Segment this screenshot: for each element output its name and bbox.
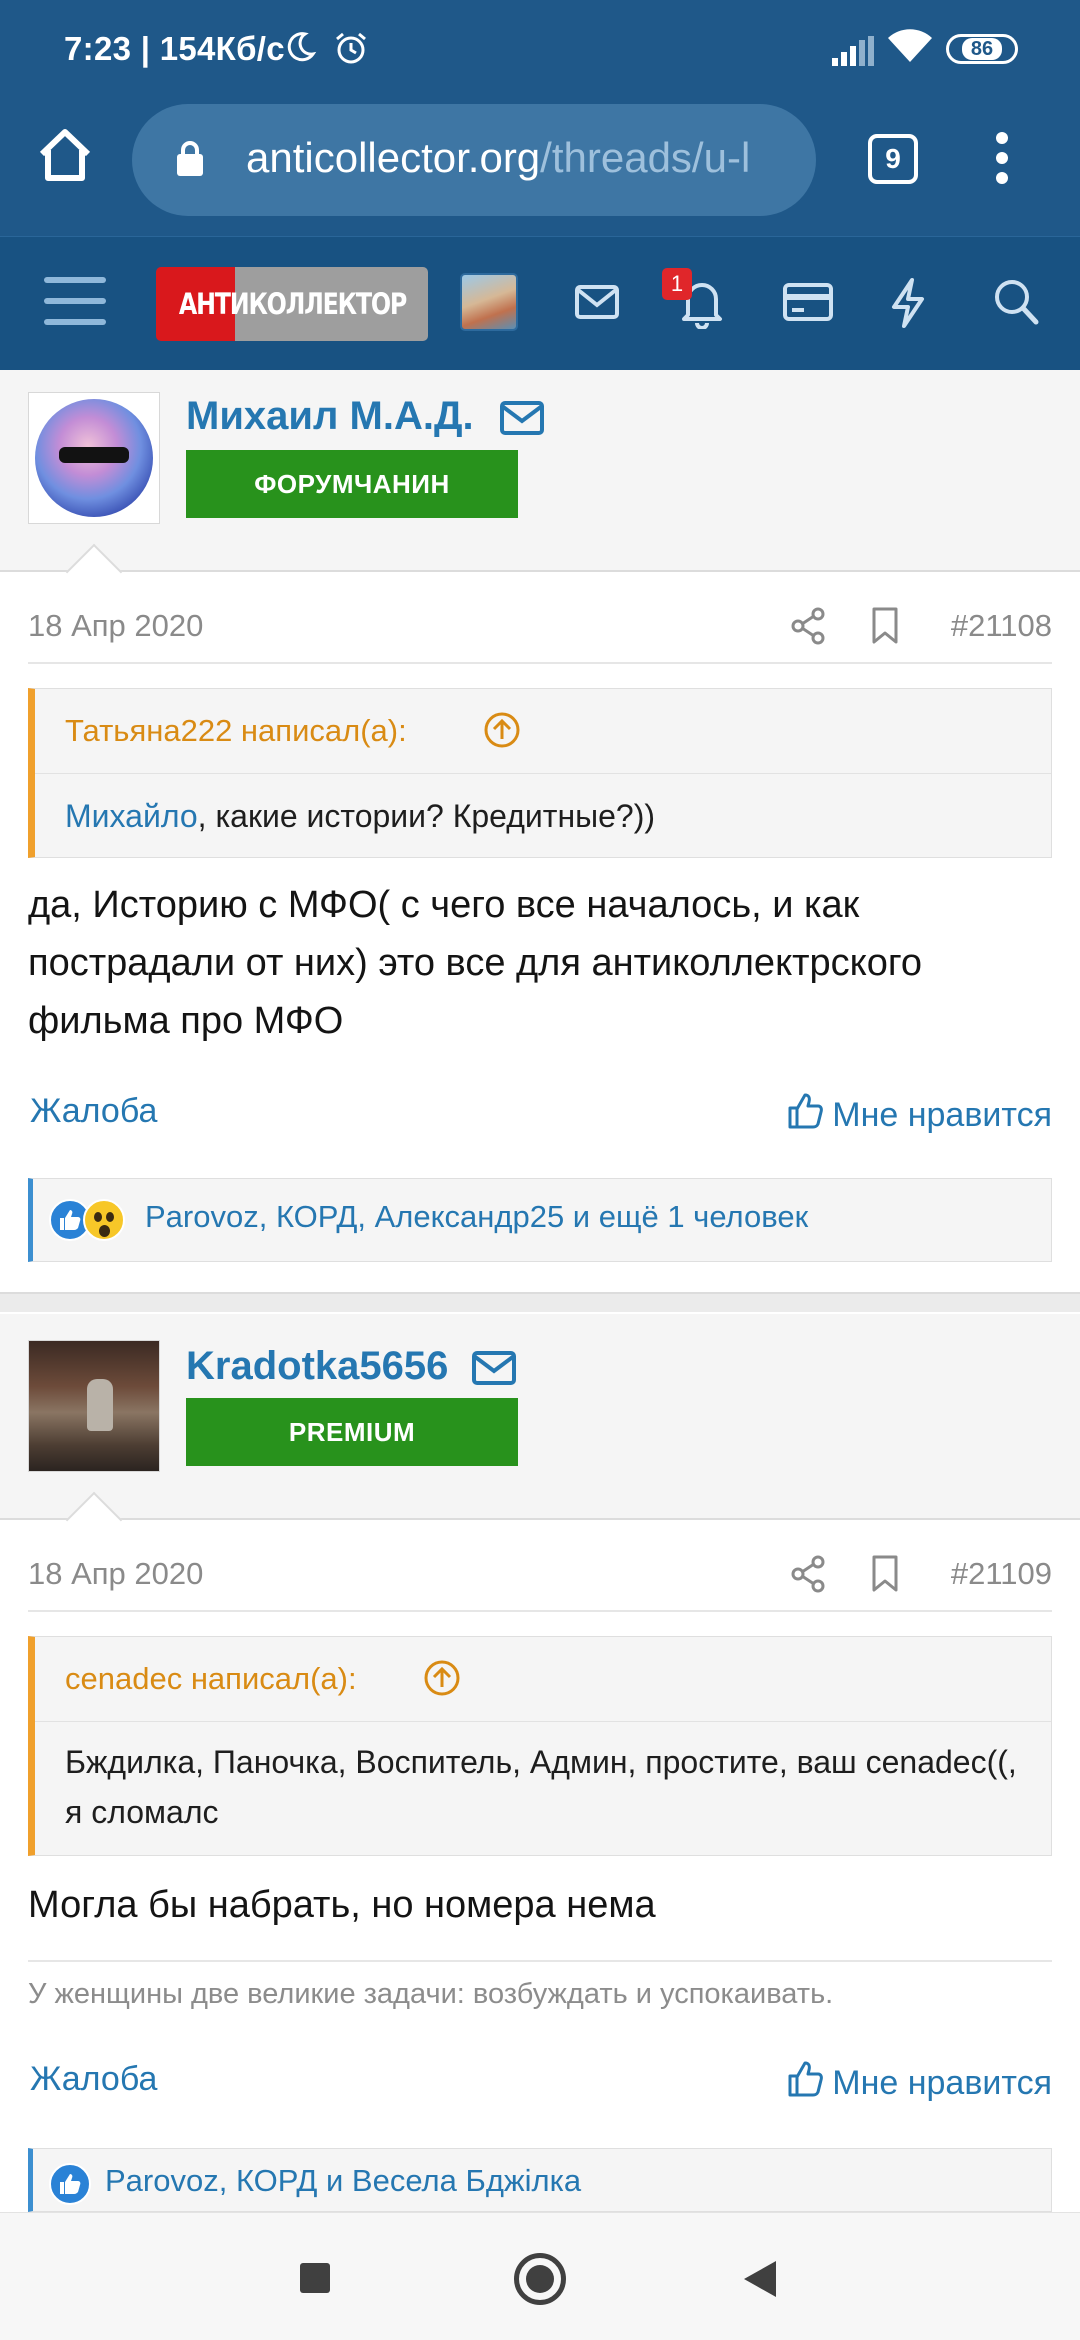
status-bar: 7:23 | 154Кб/с 86 — [0, 0, 1080, 96]
quote-header[interactable]: Татьяна222 написал(а): — [65, 713, 407, 749]
report-link[interactable]: Жалоба — [30, 2060, 157, 2099]
site-logo[interactable]: АНТИКОЛЛЕКТОР — [156, 267, 428, 341]
signal-icon — [832, 36, 876, 71]
arrow-up-circle-icon[interactable] — [423, 1659, 461, 1702]
home-icon[interactable] — [36, 126, 94, 189]
system-navigation-bar — [0, 2212, 1080, 2340]
bookmark-icon[interactable] — [870, 1554, 900, 1599]
post-body: Могла бы набрать, но номера нема — [28, 1884, 656, 1926]
url-domain: anticollector.org — [246, 134, 541, 181]
site-logo-text: АНТИКОЛЛЕКТОР — [178, 287, 406, 321]
bookmark-icon[interactable] — [870, 606, 900, 651]
message-icon[interactable] — [500, 398, 544, 443]
post-signature: У женщины две великие задачи: возбуждать… — [28, 1960, 1052, 2011]
home-button-icon[interactable] — [514, 2253, 566, 2305]
post-author-block: Михаил М.А.Д. ФОРУМЧАНИН — [0, 370, 1080, 572]
mail-icon[interactable] — [574, 277, 620, 332]
post-actions: Жалоба Мне нравится — [28, 1084, 1052, 1144]
more-menu-icon[interactable] — [992, 130, 1012, 191]
author-rank-badge: ФОРУМЧАНИН — [186, 450, 518, 518]
post-date[interactable]: 18 Апр 2020 — [28, 1556, 203, 1592]
reaction-like-icon — [49, 2163, 91, 2205]
back-icon[interactable] — [744, 2261, 776, 2297]
quote-header[interactable]: cenadec написал(а): — [65, 1661, 357, 1697]
quote-text: Михайло, какие истории? Кредитные?)) — [65, 791, 1027, 841]
reactions-text[interactable]: Parovoz, КОРД и Весела Бджілка — [105, 2163, 581, 2199]
post-meta: 18 Апр 2020 #21108 — [28, 586, 1052, 664]
card-icon[interactable] — [782, 277, 834, 332]
hamburger-menu-icon[interactable] — [44, 273, 106, 334]
like-label: Мне нравится — [832, 1096, 1052, 1134]
quote-mention[interactable]: Михайло — [65, 798, 198, 834]
tab-switcher-button[interactable]: 9 — [868, 134, 918, 184]
url-path: /threads/u-l — [540, 134, 751, 181]
wifi-icon — [888, 28, 932, 69]
quote-block: cenadec написал(а): Бждилка, Паночка, Во… — [28, 1636, 1052, 1856]
reactions-bar[interactable]: Parovoz, КОРД, Александр25 и ещё 1 челов… — [28, 1178, 1052, 1262]
site-header: АНТИКОЛЛЕКТОР — [0, 236, 1080, 370]
author-username[interactable]: Михаил М.А.Д. — [186, 394, 474, 439]
reaction-wow-icon — [83, 1199, 125, 1241]
share-icon[interactable] — [790, 1554, 826, 1599]
lock-icon — [176, 140, 204, 181]
post-meta: 18 Апр 2020 #21109 — [28, 1534, 1052, 1612]
battery-level: 86 — [961, 38, 1003, 60]
lightning-icon[interactable] — [888, 277, 928, 334]
like-label: Мне нравится — [832, 2064, 1052, 2102]
notification-badge: 1 — [662, 268, 692, 300]
share-icon[interactable] — [790, 606, 826, 651]
recents-icon[interactable] — [300, 2263, 330, 2293]
post-body: да, Историю с МФО( с чего все началось, … — [28, 884, 923, 1042]
alarm-icon — [333, 30, 369, 71]
post-number[interactable]: #21108 — [951, 608, 1052, 644]
address-bar[interactable]: anticollector.org/threads/u-l — [132, 104, 816, 216]
author-username[interactable]: Kradotka5656 — [186, 1344, 448, 1389]
search-icon[interactable] — [992, 277, 1040, 332]
user-avatar[interactable] — [460, 273, 518, 331]
thumbs-up-icon — [786, 1092, 824, 1139]
browser-toolbar: anticollector.org/threads/u-l 9 — [0, 96, 1080, 236]
moon-icon — [283, 30, 317, 69]
post-author-block: Kradotka5656 PREMIUM — [0, 1314, 1080, 1520]
post-number[interactable]: #21109 — [951, 1556, 1052, 1592]
message-icon[interactable] — [472, 1348, 516, 1393]
status-time: 7:23 | 154Кб/с — [64, 30, 285, 67]
reactions-text[interactable]: Parovoz, КОРД, Александр25 и ещё 1 челов… — [145, 1199, 808, 1235]
thumbs-up-icon — [786, 2060, 824, 2107]
url-text: anticollector.org/threads/u-l — [246, 134, 750, 182]
reactions-bar[interactable]: Parovoz, КОРД и Весела Бджілка — [28, 2148, 1052, 2212]
quote-text: Бждилка, Паночка, Воспитель, Админ, прос… — [65, 1744, 1017, 1830]
quote-content: , какие истории? Кредитные?)) — [197, 798, 656, 834]
like-button[interactable]: Мне нравится — [786, 2060, 1052, 2107]
arrow-up-circle-icon[interactable] — [483, 711, 521, 754]
report-link[interactable]: Жалоба — [30, 1092, 157, 1131]
post-date[interactable]: 18 Апр 2020 — [28, 608, 203, 644]
battery-icon: 86 — [946, 34, 1018, 64]
quote-block: Татьяна222 написал(а): Михайло, какие ис… — [28, 688, 1052, 858]
author-rank-badge: PREMIUM — [186, 1398, 518, 1466]
like-button[interactable]: Мне нравится — [786, 1092, 1052, 1139]
post-actions: Жалоба Мне нравится — [28, 2052, 1052, 2112]
author-avatar[interactable] — [28, 1340, 160, 1472]
post-separator — [0, 1292, 1080, 1312]
author-avatar[interactable] — [28, 392, 160, 524]
